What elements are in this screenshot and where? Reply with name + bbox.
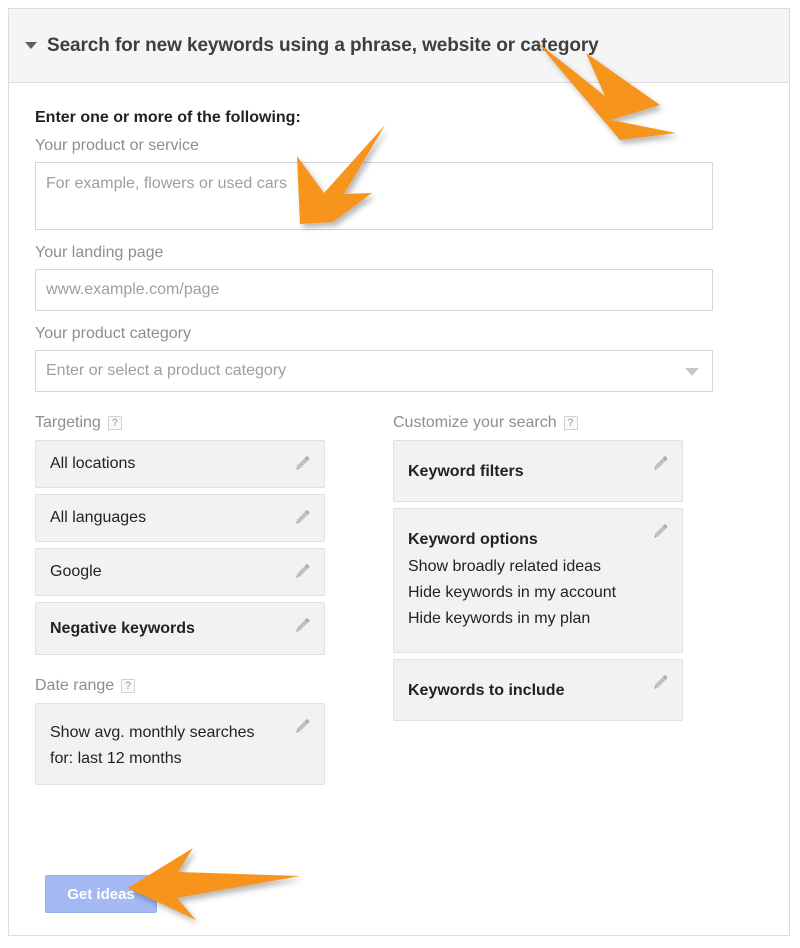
customize-search-column: Customize your search ? Keyword filters … xyxy=(393,414,693,791)
question-mark-icon[interactable]: ? xyxy=(121,679,136,693)
product-category-value: Enter or select a product category xyxy=(35,350,713,392)
landing-page-input[interactable] xyxy=(35,269,713,311)
targeting-card-label: Google xyxy=(50,563,102,580)
customize-search-heading: Customize your search ? xyxy=(393,414,693,432)
keywords-to-include-card[interactable]: Keywords to include xyxy=(393,659,683,721)
targeting-card-network[interactable]: Google xyxy=(35,548,325,596)
targeting-card-negative-keywords[interactable]: Negative keywords xyxy=(35,602,325,655)
date-range-line-1: Show avg. monthly searches xyxy=(50,724,255,741)
customize-search-heading-label: Customize your search xyxy=(393,414,557,431)
date-range-card[interactable]: Show avg. monthly searches for: last 12 … xyxy=(35,703,325,785)
keyword-options-label: Keyword options xyxy=(408,531,538,548)
page-title: Search for new keywords using a phrase, … xyxy=(47,34,599,56)
pencil-icon[interactable] xyxy=(652,673,670,691)
keyword-options-line: Hide keywords in my account xyxy=(408,584,617,601)
product-category-select[interactable]: Enter or select a product category xyxy=(35,350,713,392)
pencil-icon[interactable] xyxy=(294,508,312,526)
product-or-service-label: Your product or service xyxy=(35,137,199,154)
pencil-icon[interactable] xyxy=(294,717,312,735)
pencil-icon[interactable] xyxy=(294,454,312,472)
targeting-card-locations[interactable]: All locations xyxy=(35,440,325,488)
product-category-field: Your product category Enter or select a … xyxy=(35,325,789,392)
question-mark-icon[interactable]: ? xyxy=(563,416,578,430)
date-range-heading: Date range ? xyxy=(35,677,393,695)
product-or-service-field: Your product or service xyxy=(35,137,789,230)
targeting-heading-label: Targeting xyxy=(35,414,101,431)
get-ideas-button[interactable]: Get ideas xyxy=(45,875,157,913)
keyword-filters-label: Keyword filters xyxy=(408,463,524,480)
settings-columns: Targeting ? All locations All languages xyxy=(35,414,789,791)
targeting-column: Targeting ? All locations All languages xyxy=(35,414,393,791)
date-range-heading-label: Date range xyxy=(35,677,115,694)
keyword-options-line: Show broadly related ideas xyxy=(408,558,602,575)
keyword-options-line: Hide keywords in my plan xyxy=(408,610,591,627)
chevron-down-icon[interactable] xyxy=(685,368,699,376)
keyword-filters-card[interactable]: Keyword filters xyxy=(393,440,683,502)
product-category-label: Your product category xyxy=(35,325,191,342)
targeting-card-label: Negative keywords xyxy=(50,620,195,637)
landing-page-field: Your landing page xyxy=(35,244,789,311)
pencil-icon[interactable] xyxy=(294,562,312,580)
caret-down-icon[interactable] xyxy=(25,42,37,49)
panel-body: Enter one or more of the following: Your… xyxy=(9,83,789,935)
question-mark-icon[interactable]: ? xyxy=(107,416,122,430)
targeting-card-languages[interactable]: All languages xyxy=(35,494,325,542)
keywords-to-include-label: Keywords to include xyxy=(408,682,565,699)
keyword-planner-panel: Search for new keywords using a phrase, … xyxy=(8,8,790,936)
targeting-card-label: All languages xyxy=(50,509,147,526)
landing-page-label: Your landing page xyxy=(35,244,164,261)
product-or-service-input[interactable] xyxy=(35,162,713,230)
targeting-heading: Targeting ? xyxy=(35,414,393,432)
pencil-icon[interactable] xyxy=(652,454,670,472)
pencil-icon[interactable] xyxy=(294,616,312,634)
keyword-options-card[interactable]: Keyword options Show broadly related ide… xyxy=(393,508,683,653)
targeting-card-label: All locations xyxy=(50,455,136,472)
intro-label: Enter one or more of the following: xyxy=(35,109,301,126)
pencil-icon[interactable] xyxy=(652,522,670,540)
panel-header[interactable]: Search for new keywords using a phrase, … xyxy=(9,9,789,83)
date-range-line-2: for: last 12 months xyxy=(50,750,182,767)
